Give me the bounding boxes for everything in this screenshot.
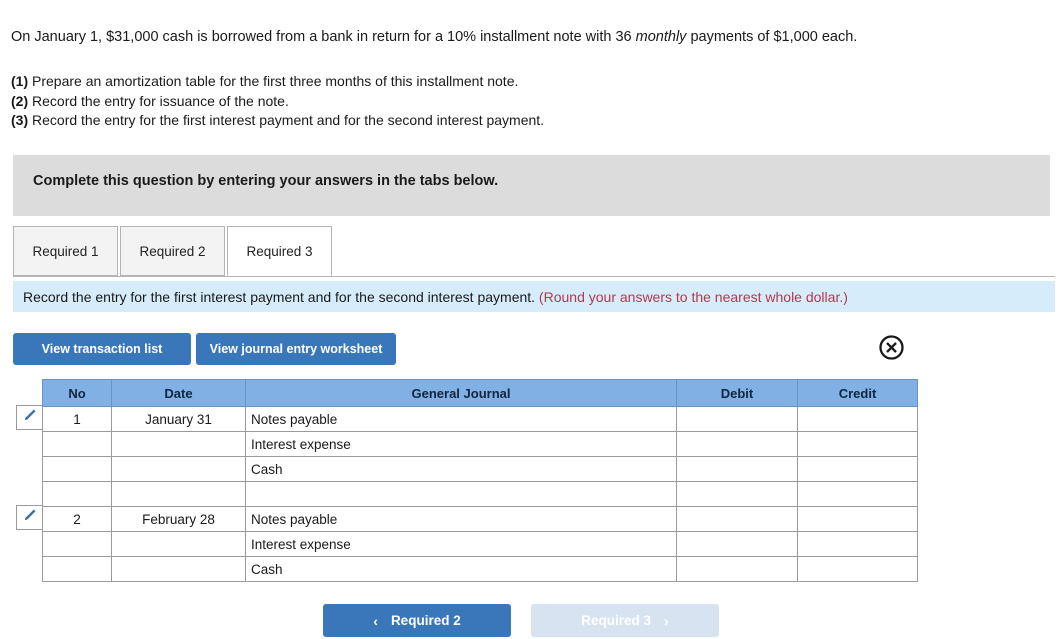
- instruction-banner: Complete this question by entering your …: [13, 155, 1050, 216]
- table-header-row: No Date General Journal Debit Credit: [42, 379, 918, 407]
- cell-no[interactable]: [42, 556, 112, 582]
- pencil-icon: [22, 508, 37, 528]
- previous-required-button[interactable]: ‹ Required 2: [323, 604, 511, 637]
- chevron-right-icon: ›: [664, 612, 669, 629]
- requirement-item: (3) Record the entry for the first inter…: [11, 111, 831, 131]
- sub-instruction-text: Record the entry for the first interest …: [13, 289, 848, 305]
- tab-required-3[interactable]: Required 3: [227, 226, 332, 276]
- column-header-debit: Debit: [676, 379, 798, 407]
- cell-date[interactable]: [111, 431, 246, 457]
- cell-date[interactable]: [111, 481, 246, 507]
- journal-entry-table: No Date General Journal Debit Credit 1 J…: [42, 379, 918, 582]
- stem-text-after: payments of $1,000 each.: [686, 29, 858, 45]
- requirements-list: (1) Prepare an amortization table for th…: [11, 72, 831, 131]
- sub-instruction-bar: Record the entry for the first interest …: [13, 281, 1055, 312]
- sub-instruction-main: Record the entry for the first interest …: [23, 288, 536, 305]
- requirement-item: (2) Record the entry for issuance of the…: [11, 92, 831, 112]
- cell-date[interactable]: [111, 556, 246, 582]
- cell-date[interactable]: January 31: [111, 406, 246, 432]
- tab-required-2[interactable]: Required 2: [120, 226, 225, 276]
- cell-date[interactable]: February 28: [111, 506, 246, 532]
- instruction-banner-text: Complete this question by entering your …: [33, 173, 499, 189]
- cell-debit[interactable]: [676, 506, 798, 532]
- column-header-credit: Credit: [797, 379, 918, 407]
- journal-table-body: 1 January 31 Notes payable Interest expe…: [42, 406, 918, 582]
- cell-credit[interactable]: [797, 406, 918, 432]
- column-header-date: Date: [111, 379, 246, 407]
- cell-account[interactable]: Notes payable: [245, 506, 677, 532]
- edit-entry-2-icon-box[interactable]: [16, 505, 42, 530]
- cell-debit[interactable]: [676, 556, 798, 582]
- cell-account[interactable]: Notes payable: [245, 406, 677, 432]
- requirement-text: Record the entry for the first interest …: [28, 112, 545, 128]
- cell-debit[interactable]: [676, 431, 798, 457]
- cell-account[interactable]: Interest expense: [245, 431, 677, 457]
- previous-required-label: Required 2: [390, 613, 461, 628]
- chevron-left-icon: ‹: [373, 612, 378, 629]
- cell-credit[interactable]: [797, 456, 918, 482]
- view-journal-entry-worksheet-button[interactable]: View journal entry worksheet: [196, 333, 396, 365]
- cell-credit[interactable]: [797, 556, 918, 582]
- pencil-icon: [22, 408, 37, 428]
- question-stem: On January 1, $31,000 cash is borrowed f…: [11, 28, 1051, 46]
- table-row: Cash: [42, 556, 918, 582]
- cell-date[interactable]: [111, 531, 246, 557]
- table-row: Cash: [42, 456, 918, 482]
- cell-account[interactable]: Cash: [245, 556, 677, 582]
- sub-instruction-note: (Round your answers to the nearest whole…: [535, 288, 848, 305]
- tab-strip-underline: [13, 276, 1055, 277]
- next-required-label: Required 3: [581, 613, 652, 628]
- edit-entry-1-icon-box[interactable]: [16, 405, 42, 430]
- cell-debit[interactable]: [676, 406, 798, 432]
- cell-credit[interactable]: [797, 506, 918, 532]
- cell-account[interactable]: Interest expense: [245, 531, 677, 557]
- cell-debit[interactable]: [676, 481, 798, 507]
- table-row: [42, 481, 918, 507]
- cell-no[interactable]: [42, 481, 112, 507]
- cell-no[interactable]: 1: [42, 406, 112, 432]
- requirement-item: (1) Prepare an amortization table for th…: [11, 72, 831, 92]
- table-row: Interest expense: [42, 531, 918, 557]
- cell-credit[interactable]: [797, 481, 918, 507]
- tab-required-1[interactable]: Required 1: [13, 226, 118, 276]
- requirement-number: (2): [11, 92, 29, 109]
- requirement-text: Prepare an amortization table for the fi…: [28, 73, 519, 89]
- cell-no[interactable]: [42, 531, 112, 557]
- requirement-text: Record the entry for issuance of the not…: [28, 92, 289, 109]
- requirement-number: (3): [11, 112, 29, 128]
- stem-text-before: On January 1, $31,000 cash is borrowed f…: [11, 29, 636, 45]
- cell-debit[interactable]: [676, 531, 798, 557]
- table-row: 1 January 31 Notes payable: [42, 406, 918, 432]
- cell-credit[interactable]: [797, 431, 918, 457]
- table-row: 2 February 28 Notes payable: [42, 506, 918, 532]
- stem-emphasis: monthly: [635, 29, 687, 45]
- cell-no[interactable]: 2: [42, 506, 112, 532]
- column-header-general-journal: General Journal: [245, 379, 677, 407]
- close-circle-icon[interactable]: [878, 334, 905, 361]
- cell-account[interactable]: Cash: [245, 456, 677, 482]
- requirement-number: (1): [11, 73, 29, 89]
- next-required-button[interactable]: Required 3 ›: [531, 604, 719, 637]
- cell-account[interactable]: [245, 481, 677, 507]
- tab-strip: Required 1 Required 2 Required 3: [13, 226, 1055, 277]
- column-header-no: No: [42, 379, 112, 407]
- cell-debit[interactable]: [676, 456, 798, 482]
- table-row: Interest expense: [42, 431, 918, 457]
- cell-no[interactable]: [42, 431, 112, 457]
- cell-no[interactable]: [42, 456, 112, 482]
- view-transaction-list-button[interactable]: View transaction list: [13, 333, 191, 365]
- journal-entry-table-wrap: No Date General Journal Debit Credit 1 J…: [42, 379, 918, 582]
- cell-credit[interactable]: [797, 531, 918, 557]
- cell-date[interactable]: [111, 456, 246, 482]
